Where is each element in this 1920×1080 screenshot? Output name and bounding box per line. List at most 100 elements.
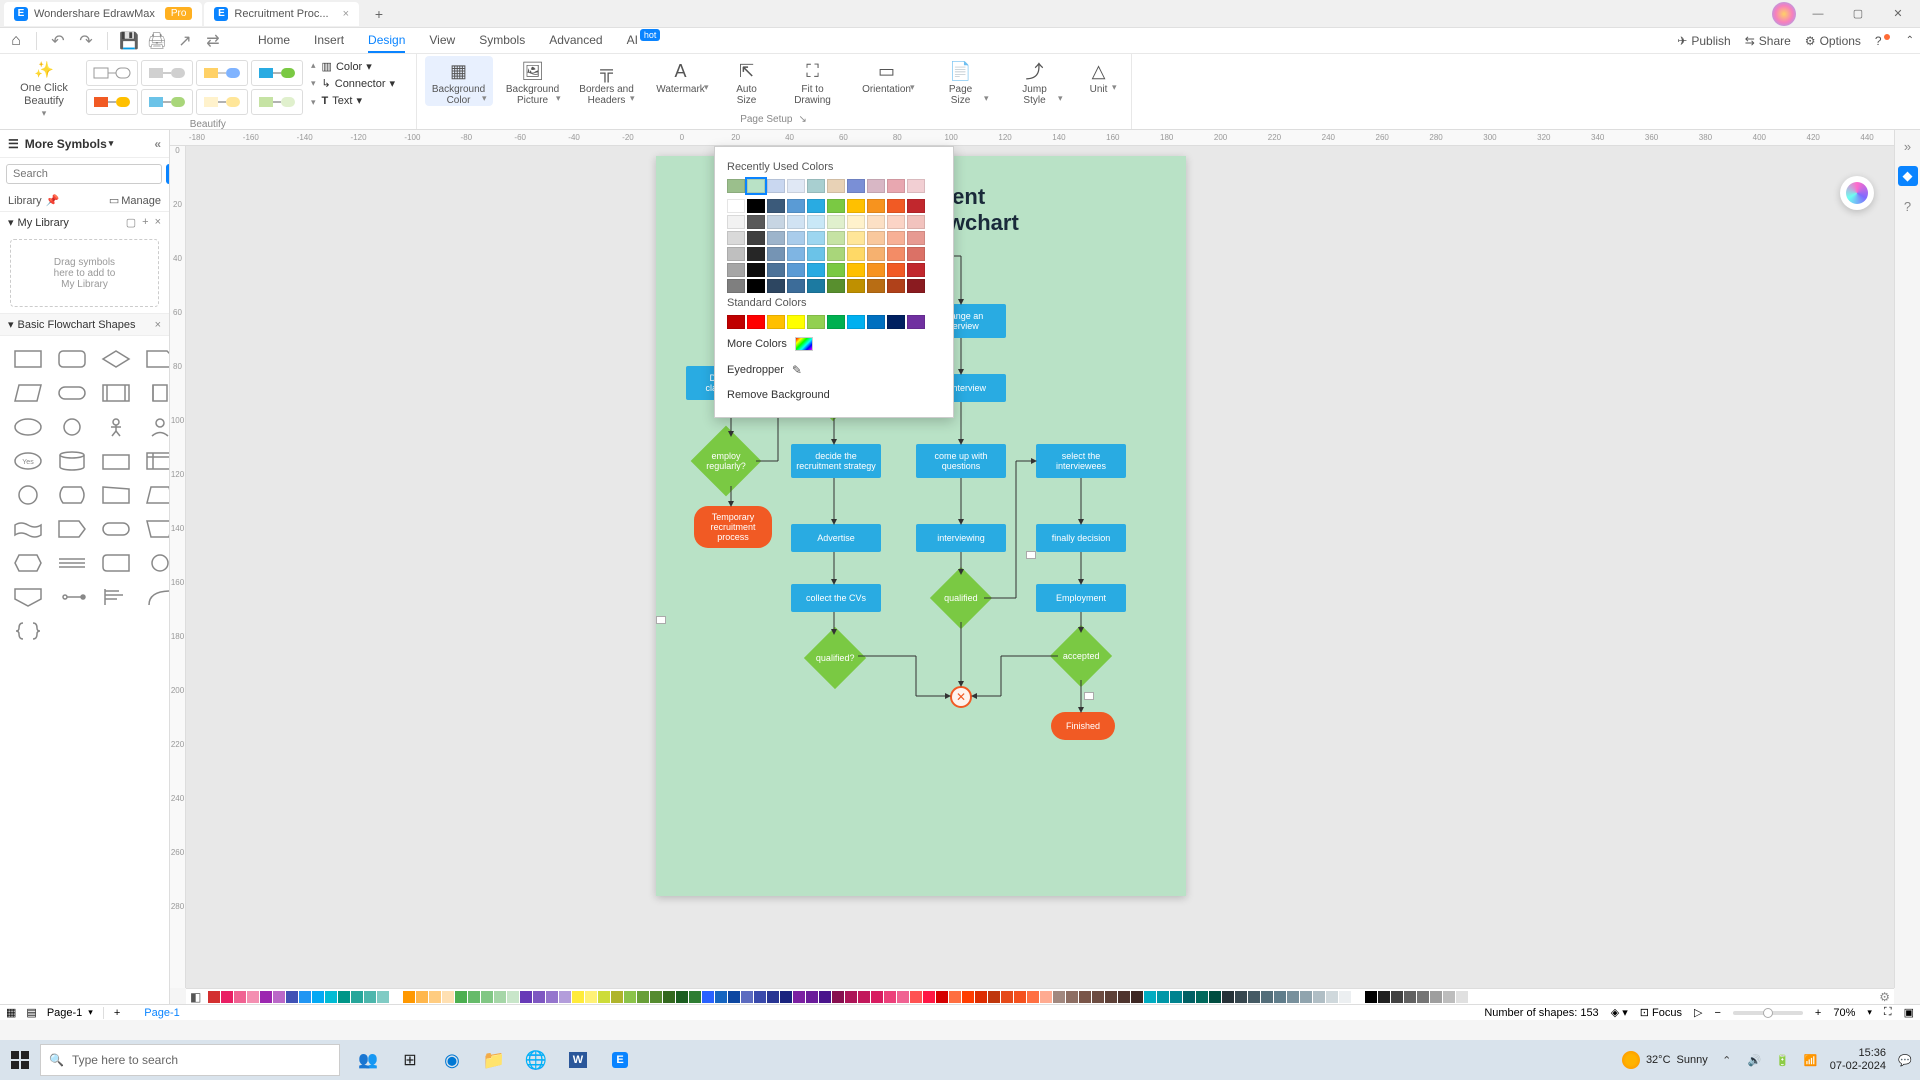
palette-swatch[interactable]	[1196, 991, 1208, 1003]
taskbar-search[interactable]: 🔍 Type here to search	[40, 1044, 340, 1076]
color-swatch[interactable]	[847, 231, 865, 245]
palette-swatch[interactable]	[338, 991, 350, 1003]
color-swatch[interactable]	[767, 179, 785, 193]
palette-swatch[interactable]	[234, 991, 246, 1003]
expand-rail-icon[interactable]: »	[1898, 136, 1918, 156]
palette-swatch[interactable]	[988, 991, 1000, 1003]
shape-rounded-rect[interactable]	[54, 346, 90, 372]
zoom-out-button[interactable]: −	[1714, 1007, 1720, 1019]
box-collect-cvs[interactable]: collect the CVs	[791, 584, 881, 612]
one-click-beautify-button[interactable]: ✨ One Click Beautify ▾	[8, 56, 80, 119]
color-swatch[interactable]	[887, 247, 905, 261]
color-swatch[interactable]	[867, 279, 885, 293]
format-panel-icon[interactable]: ◆	[1898, 166, 1918, 186]
palette-swatch[interactable]	[468, 991, 480, 1003]
box-employment[interactable]: Employment	[1036, 584, 1126, 612]
shape-diamond[interactable]	[98, 346, 134, 372]
palette-swatch[interactable]	[728, 991, 740, 1003]
palette-settings-icon[interactable]: ⚙	[1879, 990, 1890, 1004]
palette-swatch[interactable]	[936, 991, 948, 1003]
save-icon[interactable]: 💾	[118, 30, 140, 52]
color-swatch[interactable]	[907, 263, 925, 277]
color-swatch[interactable]	[907, 215, 925, 229]
color-swatch[interactable]	[807, 263, 825, 277]
palette-swatch[interactable]	[416, 991, 428, 1003]
palette-swatch[interactable]	[1352, 991, 1364, 1003]
shape-anchor[interactable]	[54, 584, 90, 610]
palette-swatch[interactable]	[429, 991, 441, 1003]
background-picture-button[interactable]: 🖼 Background Picture ▾	[499, 56, 567, 106]
color-swatch[interactable]	[747, 263, 765, 277]
color-swatch[interactable]	[887, 215, 905, 229]
tab-ai[interactable]: AIhot	[627, 29, 661, 53]
palette-swatch[interactable]	[572, 991, 584, 1003]
color-swatch[interactable]	[867, 247, 885, 261]
style-preset[interactable]	[141, 89, 193, 115]
weather-widget[interactable]: 32°C Sunny	[1622, 1051, 1708, 1069]
ai-fab-button[interactable]	[1840, 176, 1874, 210]
palette-swatch[interactable]	[546, 991, 558, 1003]
document-tab[interactable]: E Recruitment Proc... ×	[204, 2, 359, 26]
palette-swatch[interactable]	[975, 991, 987, 1003]
shape-lines[interactable]	[54, 550, 90, 576]
color-swatch[interactable]	[747, 231, 765, 245]
color-swatch[interactable]	[867, 199, 885, 213]
palette-swatch[interactable]	[1001, 991, 1013, 1003]
palette-swatch[interactable]	[442, 991, 454, 1003]
system-clock[interactable]: 15:36 07-02-2024	[1830, 1047, 1886, 1073]
zoom-in-button[interactable]: +	[1815, 1007, 1821, 1019]
color-swatch[interactable]	[807, 231, 825, 245]
palette-swatch[interactable]	[1131, 991, 1143, 1003]
box-decide-strategy[interactable]: decide the recruitment strategy	[791, 444, 881, 478]
add-tab-button[interactable]: +	[367, 2, 391, 26]
export-icon[interactable]: ↗	[174, 30, 196, 52]
focus-toggle[interactable]: ⊡ Focus	[1640, 1006, 1682, 1019]
palette-swatch[interactable]	[884, 991, 896, 1003]
shape-wave[interactable]	[10, 516, 46, 542]
color-swatch[interactable]	[727, 263, 745, 277]
color-swatch[interactable]	[767, 279, 785, 293]
palette-swatch[interactable]	[845, 991, 857, 1003]
color-swatch[interactable]	[907, 199, 925, 213]
palette-swatch[interactable]	[949, 991, 961, 1003]
hamburger-icon[interactable]: ☰	[8, 137, 19, 151]
palette-swatch[interactable]	[1391, 991, 1403, 1003]
taskbar-app-people[interactable]: 👥	[348, 1040, 388, 1080]
palette-swatch[interactable]	[520, 991, 532, 1003]
color-swatch[interactable]	[787, 231, 805, 245]
shape-rounded[interactable]	[98, 550, 134, 576]
color-swatch[interactable]	[787, 279, 805, 293]
orientation-button[interactable]: ▭ Orientation ▾	[853, 56, 921, 95]
palette-swatch[interactable]	[650, 991, 662, 1003]
page-tab[interactable]: Page-1	[136, 1007, 187, 1019]
tab-home[interactable]: Home	[258, 29, 290, 53]
shape-hexagon[interactable]	[10, 550, 46, 576]
wifi-icon[interactable]: 📶	[1802, 1051, 1820, 1069]
color-swatch[interactable]	[747, 247, 765, 261]
redo-icon[interactable]: ↷	[75, 30, 97, 52]
tray-chevron-icon[interactable]: ⌃	[1718, 1051, 1736, 1069]
shape-brace[interactable]	[10, 618, 46, 644]
color-swatch[interactable]	[787, 215, 805, 229]
borders-headers-button[interactable]: ╦ Borders and Headers ▾	[573, 56, 641, 106]
box-final-decision[interactable]: finally decision	[1036, 524, 1126, 552]
palette-swatch[interactable]	[1092, 991, 1104, 1003]
collapse-icon[interactable]: ▾	[8, 216, 14, 229]
palette-swatch[interactable]	[689, 991, 701, 1003]
color-swatch[interactable]	[827, 179, 845, 193]
palette-swatch[interactable]	[1066, 991, 1078, 1003]
palette-swatch[interactable]	[1157, 991, 1169, 1003]
style-preset[interactable]	[86, 60, 138, 86]
canvas[interactable]: Recruitment Process Flowchart Decide the…	[186, 146, 1894, 988]
palette-swatch[interactable]	[260, 991, 272, 1003]
palette-swatch[interactable]	[208, 991, 220, 1003]
color-swatch[interactable]	[727, 315, 745, 329]
tab-design[interactable]: Design	[368, 29, 405, 53]
diamond-qualified2[interactable]: qualified?	[804, 627, 866, 689]
shape-tag[interactable]	[54, 516, 90, 542]
options-button[interactable]: ⚙Options	[1805, 34, 1861, 48]
page-size-button[interactable]: 📄 Page Size ▾	[927, 56, 995, 106]
color-swatch[interactable]	[867, 215, 885, 229]
palette-swatch[interactable]	[741, 991, 753, 1003]
color-swatch[interactable]	[747, 199, 765, 213]
